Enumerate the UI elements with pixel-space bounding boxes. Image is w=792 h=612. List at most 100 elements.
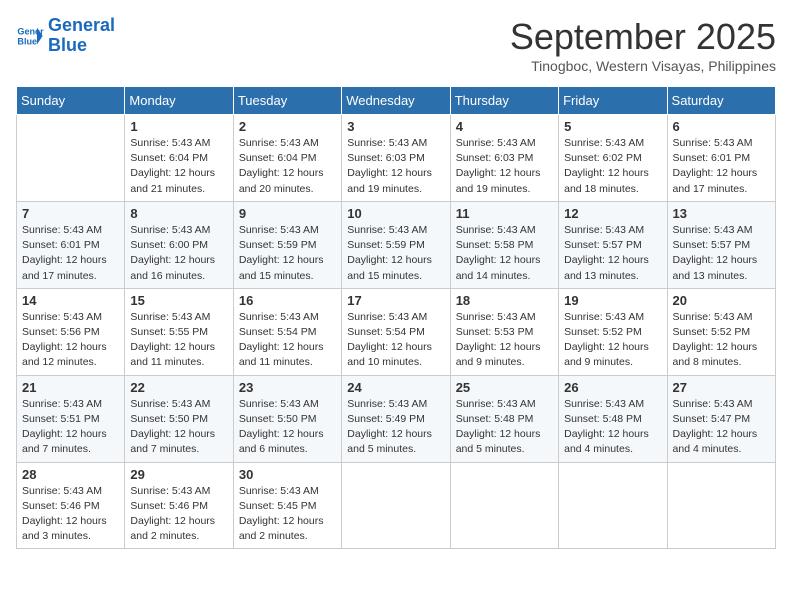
calendar-cell: 19Sunrise: 5:43 AM Sunset: 5:52 PM Dayli… <box>559 288 667 375</box>
day-info: Sunrise: 5:43 AM Sunset: 6:02 PM Dayligh… <box>564 136 661 197</box>
calendar-cell: 14Sunrise: 5:43 AM Sunset: 5:56 PM Dayli… <box>17 288 125 375</box>
day-info: Sunrise: 5:43 AM Sunset: 5:54 PM Dayligh… <box>239 310 336 371</box>
day-number: 5 <box>564 119 661 134</box>
day-info: Sunrise: 5:43 AM Sunset: 5:57 PM Dayligh… <box>564 223 661 284</box>
calendar-cell: 23 Sunrise: 5:43 AM Sunset: 5:50 PM Dayli… <box>233 375 341 462</box>
day-number: 27 <box>673 380 770 395</box>
day-number: 30 <box>239 467 336 482</box>
calendar-cell: 27 Sunrise: 5:43 AM Sunset: 5:47 PM Dayli… <box>667 375 775 462</box>
day-info: Sunrise: 5:43 AM Sunset: 5:46 PM Dayligh… <box>22 484 119 545</box>
day-info: Sunrise: 5:43 AM Sunset: 5:52 PM Dayligh… <box>673 310 770 371</box>
day-info: Sunrise: 5:43 AM Sunset: 5:55 PM Dayligh… <box>130 310 227 371</box>
logo-icon: General Blue <box>16 22 44 50</box>
calendar-cell: 18Sunrise: 5:43 AM Sunset: 5:53 PM Dayli… <box>450 288 558 375</box>
calendar-cell: 11 Sunrise: 5:43 AM Sunset: 5:58 PM Dayli… <box>450 201 558 288</box>
calendar-cell: 15Sunrise: 5:43 AM Sunset: 5:55 PM Dayli… <box>125 288 233 375</box>
header-day-thursday: Thursday <box>450 87 558 115</box>
header-day-wednesday: Wednesday <box>342 87 450 115</box>
day-info: Sunrise: 5:43 AM Sunset: 6:00 PM Dayligh… <box>130 223 227 284</box>
day-number: 24 <box>347 380 444 395</box>
day-number: 22 <box>130 380 227 395</box>
day-number: 16 <box>239 293 336 308</box>
calendar-cell: 1 Sunrise: 5:43 AM Sunset: 6:04 PM Daylig… <box>125 115 233 202</box>
day-number: 13 <box>673 206 770 221</box>
logo-general: General <box>48 15 115 35</box>
calendar-cell: 24 Sunrise: 5:43 AM Sunset: 5:49 PM Dayli… <box>342 375 450 462</box>
day-number: 14 <box>22 293 119 308</box>
day-number: 23 <box>239 380 336 395</box>
day-number: 3 <box>347 119 444 134</box>
day-number: 2 <box>239 119 336 134</box>
calendar-cell: 2Sunrise: 5:43 AM Sunset: 6:04 PM Daylig… <box>233 115 341 202</box>
calendar-header-row: SundayMondayTuesdayWednesdayThursdayFrid… <box>17 87 776 115</box>
calendar-table: SundayMondayTuesdayWednesdayThursdayFrid… <box>16 86 776 549</box>
day-info: Sunrise: 5:43 AM Sunset: 5:48 PM Dayligh… <box>564 397 661 458</box>
day-number: 7 <box>22 206 119 221</box>
day-number: 18 <box>456 293 553 308</box>
calendar-cell <box>450 462 558 549</box>
header-day-monday: Monday <box>125 87 233 115</box>
week-row-2: 7 Sunrise: 5:43 AM Sunset: 6:01 PM Daylig… <box>17 201 776 288</box>
day-info: Sunrise: 5:43 AM Sunset: 5:57 PM Dayligh… <box>673 223 770 284</box>
day-number: 1 <box>130 119 227 134</box>
day-info: Sunrise: 5:43 AM Sunset: 5:45 PM Dayligh… <box>239 484 336 545</box>
calendar-cell: 17 Sunrise: 5:43 AM Sunset: 5:54 PM Dayli… <box>342 288 450 375</box>
day-info: Sunrise: 5:43 AM Sunset: 6:04 PM Dayligh… <box>130 136 227 197</box>
calendar-cell: 6 Sunrise: 5:43 AM Sunset: 6:01 PM Daylig… <box>667 115 775 202</box>
calendar-cell: 29Sunrise: 5:43 AM Sunset: 5:46 PM Dayli… <box>125 462 233 549</box>
calendar-cell: 13 Sunrise: 5:43 AM Sunset: 5:57 PM Dayli… <box>667 201 775 288</box>
calendar-cell: 4Sunrise: 5:43 AM Sunset: 6:03 PM Daylig… <box>450 115 558 202</box>
calendar-cell: 22 Sunrise: 5:43 AM Sunset: 5:50 PM Dayli… <box>125 375 233 462</box>
day-info: Sunrise: 5:43 AM Sunset: 5:59 PM Dayligh… <box>347 223 444 284</box>
calendar-cell: 25 Sunrise: 5:43 AM Sunset: 5:48 PM Dayli… <box>450 375 558 462</box>
day-number: 9 <box>239 206 336 221</box>
day-info: Sunrise: 5:43 AM Sunset: 6:01 PM Dayligh… <box>673 136 770 197</box>
day-number: 26 <box>564 380 661 395</box>
day-number: 17 <box>347 293 444 308</box>
header-day-saturday: Saturday <box>667 87 775 115</box>
calendar-body: 1 Sunrise: 5:43 AM Sunset: 6:04 PM Daylig… <box>17 115 776 549</box>
week-row-3: 14Sunrise: 5:43 AM Sunset: 5:56 PM Dayli… <box>17 288 776 375</box>
calendar-cell: 16 Sunrise: 5:43 AM Sunset: 5:54 PM Dayli… <box>233 288 341 375</box>
day-number: 10 <box>347 206 444 221</box>
day-number: 25 <box>456 380 553 395</box>
day-info: Sunrise: 5:43 AM Sunset: 5:51 PM Dayligh… <box>22 397 119 458</box>
day-info: Sunrise: 5:43 AM Sunset: 5:48 PM Dayligh… <box>456 397 553 458</box>
day-info: Sunrise: 5:43 AM Sunset: 5:54 PM Dayligh… <box>347 310 444 371</box>
day-number: 6 <box>673 119 770 134</box>
day-number: 8 <box>130 206 227 221</box>
day-info: Sunrise: 5:43 AM Sunset: 5:47 PM Dayligh… <box>673 397 770 458</box>
header-day-sunday: Sunday <box>17 87 125 115</box>
calendar-cell: 8 Sunrise: 5:43 AM Sunset: 6:00 PM Daylig… <box>125 201 233 288</box>
week-row-1: 1 Sunrise: 5:43 AM Sunset: 6:04 PM Daylig… <box>17 115 776 202</box>
calendar-cell: 3 Sunrise: 5:43 AM Sunset: 6:03 PM Daylig… <box>342 115 450 202</box>
header-day-tuesday: Tuesday <box>233 87 341 115</box>
day-number: 11 <box>456 206 553 221</box>
calendar-cell: 21 Sunrise: 5:43 AM Sunset: 5:51 PM Dayli… <box>17 375 125 462</box>
calendar-cell <box>17 115 125 202</box>
day-number: 21 <box>22 380 119 395</box>
day-info: Sunrise: 5:43 AM Sunset: 5:49 PM Dayligh… <box>347 397 444 458</box>
calendar-cell <box>342 462 450 549</box>
calendar-cell: 9 Sunrise: 5:43 AM Sunset: 5:59 PM Daylig… <box>233 201 341 288</box>
day-info: Sunrise: 5:43 AM Sunset: 5:50 PM Dayligh… <box>239 397 336 458</box>
day-info: Sunrise: 5:43 AM Sunset: 6:03 PM Dayligh… <box>347 136 444 197</box>
calendar-cell: 7 Sunrise: 5:43 AM Sunset: 6:01 PM Daylig… <box>17 201 125 288</box>
logo-blue: Blue <box>48 35 87 55</box>
svg-text:Blue: Blue <box>17 36 37 46</box>
day-info: Sunrise: 5:43 AM Sunset: 5:50 PM Dayligh… <box>130 397 227 458</box>
day-number: 12 <box>564 206 661 221</box>
calendar-cell: 28 Sunrise: 5:43 AM Sunset: 5:46 PM Dayli… <box>17 462 125 549</box>
header-day-friday: Friday <box>559 87 667 115</box>
location-subtitle: Tinogboc, Western Visayas, Philippines <box>510 58 776 74</box>
calendar-cell <box>559 462 667 549</box>
calendar-cell <box>667 462 775 549</box>
day-info: Sunrise: 5:43 AM Sunset: 5:46 PM Dayligh… <box>130 484 227 545</box>
day-number: 28 <box>22 467 119 482</box>
calendar-cell: 5 Sunrise: 5:43 AM Sunset: 6:02 PM Daylig… <box>559 115 667 202</box>
day-info: Sunrise: 5:43 AM Sunset: 5:59 PM Dayligh… <box>239 223 336 284</box>
day-info: Sunrise: 5:43 AM Sunset: 5:58 PM Dayligh… <box>456 223 553 284</box>
calendar-cell: 20Sunrise: 5:43 AM Sunset: 5:52 PM Dayli… <box>667 288 775 375</box>
week-row-5: 28 Sunrise: 5:43 AM Sunset: 5:46 PM Dayli… <box>17 462 776 549</box>
day-info: Sunrise: 5:43 AM Sunset: 6:01 PM Dayligh… <box>22 223 119 284</box>
